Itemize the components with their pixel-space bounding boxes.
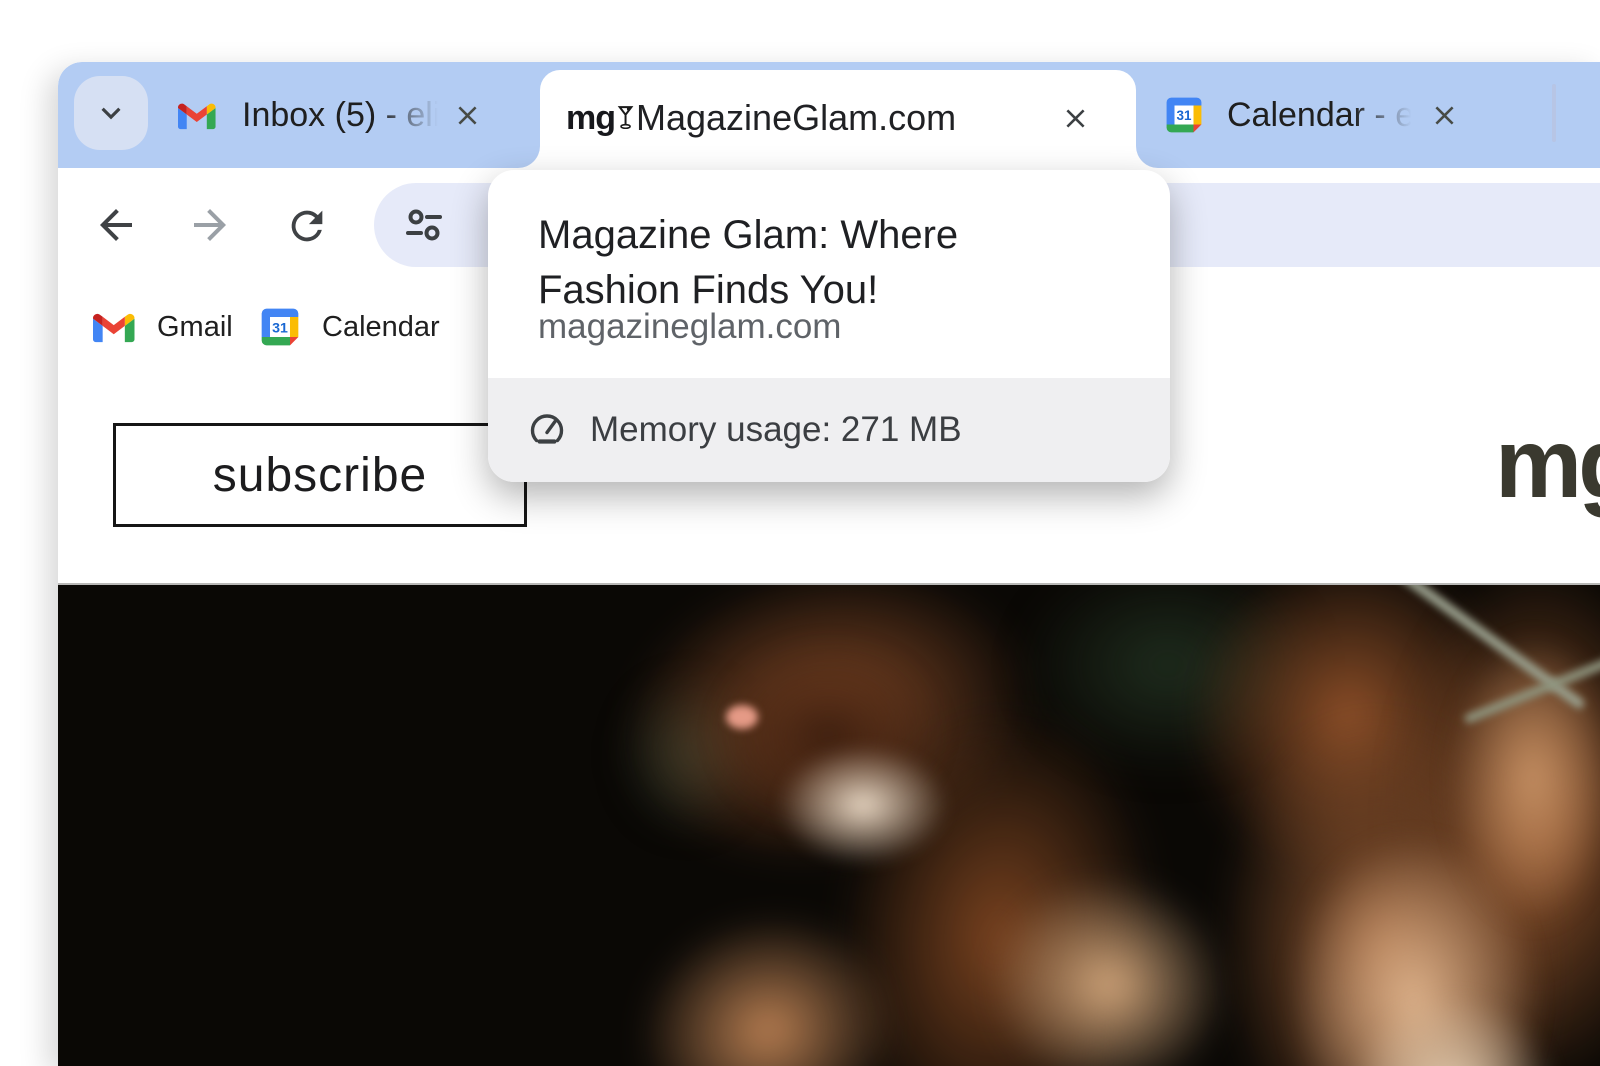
subscribe-button[interactable]: subscribe	[113, 423, 527, 527]
calendar-badge-text: 31	[272, 320, 288, 336]
tab-magazineglam-active[interactable]: mg MagazineGlam.com	[540, 70, 1136, 168]
reload-button[interactable]	[283, 202, 331, 250]
tab-divider	[1552, 84, 1556, 142]
tab-close-icon[interactable]	[448, 96, 486, 134]
tab-title: MagazineGlam.com	[636, 96, 956, 140]
google-calendar-icon: 31	[260, 307, 300, 347]
gmail-icon	[93, 311, 135, 343]
bookmark-gmail[interactable]: Gmail	[93, 282, 233, 372]
chevron-down-icon	[92, 94, 130, 132]
back-arrow-icon	[92, 201, 140, 249]
calendar-badge-text: 31	[1177, 108, 1192, 123]
tab-title: Inbox (5) - elis	[242, 96, 446, 135]
bookmark-calendar[interactable]: 31 Calendar	[260, 282, 440, 372]
tab-title: Calendar - eli	[1227, 96, 1419, 135]
tune-icon[interactable]	[404, 205, 444, 245]
tab-inbox[interactable]: Inbox (5) - elis	[158, 72, 514, 158]
back-button[interactable]	[92, 201, 140, 249]
forward-arrow-icon	[186, 201, 234, 249]
tab-curve	[518, 146, 540, 168]
hover-card-domain: magazineglam.com	[538, 307, 841, 347]
flower-highlight	[726, 705, 758, 729]
memory-usage-text: Memory usage: 271 MB	[590, 410, 962, 450]
tab-close-icon[interactable]	[1056, 99, 1094, 137]
gmail-icon	[178, 101, 216, 130]
hover-card-title: Magazine Glam: Where Fashion Finds You!	[538, 208, 1108, 318]
close-icon	[452, 100, 483, 131]
hover-card-memory-section: Memory usage: 271 MB	[488, 378, 1170, 482]
google-calendar-icon: 31	[1165, 96, 1203, 134]
close-icon	[1060, 103, 1091, 134]
forward-button[interactable]	[186, 201, 234, 249]
tab-close-icon[interactable]	[1425, 96, 1463, 134]
favicon-text: mg	[566, 96, 615, 140]
flower-highlight	[778, 745, 948, 865]
screenshot-root: Inbox (5) - elis mg	[0, 0, 1600, 1066]
hero-image	[58, 583, 1600, 1066]
browser-window: Inbox (5) - elis mg	[58, 62, 1600, 1066]
close-icon	[1429, 100, 1460, 131]
gauge-icon	[528, 411, 566, 449]
site-logo: mg	[1495, 408, 1600, 518]
magazineglam-favicon: mg	[566, 96, 635, 140]
bookmark-label: Calendar	[322, 311, 440, 344]
tab-calendar[interactable]: 31 Calendar - eli	[1148, 72, 1540, 158]
tab-hover-card: Magazine Glam: Where Fashion Finds You! …	[488, 170, 1170, 482]
martini-glass-icon	[617, 104, 635, 130]
tab-search-button[interactable]	[74, 76, 148, 150]
bookmark-label: Gmail	[157, 311, 233, 344]
tab-strip: Inbox (5) - elis mg	[58, 62, 1600, 168]
reload-icon	[284, 203, 330, 249]
